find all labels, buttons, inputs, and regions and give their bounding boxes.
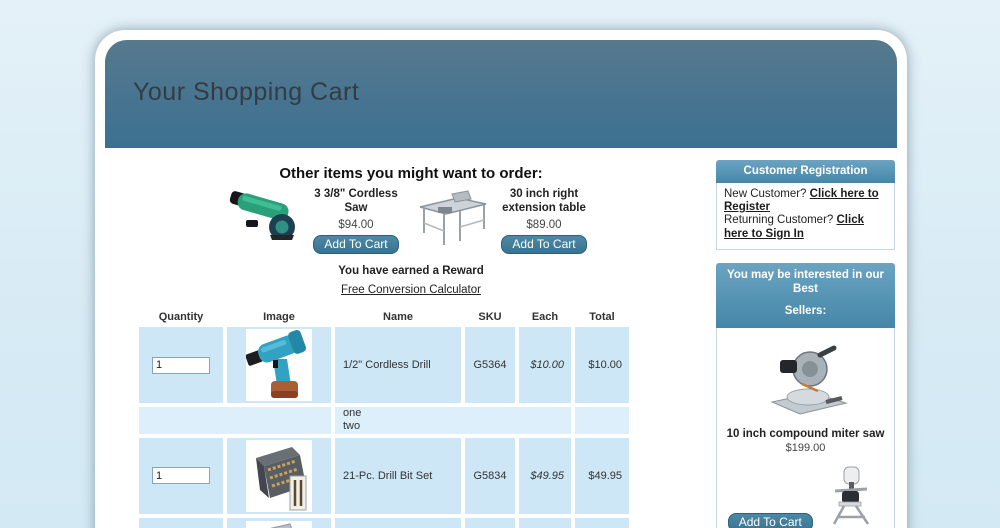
best-sellers-title-line2: Sellers: (720, 305, 891, 319)
registration-panel-body: New Customer? Click here to Register Ret… (716, 183, 895, 250)
cordless-drill-image (246, 329, 312, 401)
sidebar: Customer Registration New Customer? Clic… (716, 160, 895, 528)
promo-item-text: 3 3/8" Cordless Saw $94.00 Add To Cart (304, 187, 408, 254)
product-image (246, 521, 312, 528)
promo-item-name: 30 inch right extension table (492, 187, 596, 216)
promo-item-text: 30 inch right extension table $89.00 Add… (492, 187, 596, 254)
registration-panel-title: Customer Registration (716, 160, 895, 183)
promo-item-extension-table: 30 inch right extension table $89.00 Add… (414, 187, 596, 254)
add-to-cart-button[interactable]: Add To Cart (501, 235, 586, 254)
best-sellers-panel-title: You may be interested in our Best Seller… (716, 263, 895, 328)
page-container: Your Shopping Cart Other items you might… (95, 30, 907, 528)
column-header-image: Image (227, 309, 331, 323)
item-each-price: $49.95 (519, 438, 571, 514)
image-cell (227, 438, 331, 514)
promo-item-name: 3 3/8" Cordless Saw (304, 187, 408, 216)
quantity-input[interactable] (152, 357, 210, 374)
image-cell (227, 518, 331, 528)
item-name (335, 518, 461, 528)
best-sellers-title-line1: You may be interested in our Best (720, 269, 891, 297)
item-name: 1/2" Cordless Drill (335, 327, 461, 403)
table-row: 1/2" Cordless Drill G5364 $10.00 $10.00 (139, 327, 629, 403)
best-seller-name: 10 inch compound miter saw (721, 428, 890, 440)
conversion-calculator-link[interactable]: Free Conversion Calculator (341, 284, 481, 296)
reward-link-wrap: Free Conversion Calculator (105, 280, 717, 298)
column-header-sku: SKU (465, 309, 515, 323)
column-header-name: Name (335, 309, 461, 323)
best-sellers-panel-body: 10 inch compound miter saw $199.00 Add T… (716, 328, 895, 528)
promo-item-price: $89.00 (492, 218, 596, 232)
item-sku: G5364 (465, 327, 515, 403)
promo-item-price: $94.00 (304, 218, 408, 232)
column-header-total: Total (575, 309, 629, 323)
item-total-price: $49.95 (575, 438, 629, 514)
image-cell (227, 327, 331, 403)
quantity-cell (139, 327, 223, 403)
item-each-price: $10.00 (519, 327, 571, 403)
item-name: 21-Pc. Drill Bit Set (335, 438, 461, 514)
quantity-cell (139, 438, 223, 514)
column-header-each: Each (519, 309, 571, 323)
page-banner: Your Shopping Cart (105, 40, 897, 148)
promo-row: 3 3/8" Cordless Saw $94.00 Add To Cart (105, 187, 717, 254)
new-customer-text: New Customer? (724, 188, 810, 200)
add-to-cart-button[interactable]: Add To Cart (313, 235, 398, 254)
option-line: two (335, 420, 571, 433)
option-spacer-cell (139, 407, 331, 433)
option-total-cell (575, 407, 629, 433)
best-seller-price: $199.00 (721, 442, 890, 454)
item-each-price (519, 518, 571, 528)
best-sellers-panel: You may be interested in our Best Seller… (716, 263, 895, 528)
table-row (139, 518, 629, 528)
band-saw-image (817, 466, 883, 526)
cart-table: Quantity Image Name SKU Each Total (135, 305, 633, 528)
quantity-cell (139, 518, 223, 528)
reward-message: You have earned a Reward (105, 265, 717, 277)
cordless-saw-image (226, 187, 304, 245)
item-total-price (575, 518, 629, 528)
promo-item-cordless-saw: 3 3/8" Cordless Saw $94.00 Add To Cart (226, 187, 408, 254)
add-to-cart-button[interactable]: Add To Cart (728, 513, 813, 528)
main-content: Other items you might want to order: (105, 158, 717, 528)
drill-bit-set-image (246, 440, 312, 512)
promo-heading: Other items you might want to order: (105, 165, 717, 182)
option-row: one two (139, 407, 629, 433)
table-row: 21-Pc. Drill Bit Set G5834 $49.95 $49.95 (139, 438, 629, 514)
item-sku: G5834 (465, 438, 515, 514)
quantity-input[interactable] (152, 467, 210, 484)
page-title: Your Shopping Cart (133, 78, 359, 107)
item-sku (465, 518, 515, 528)
miter-saw-image (758, 338, 854, 422)
extension-table-image (414, 187, 492, 245)
customer-registration-panel: Customer Registration New Customer? Clic… (716, 160, 895, 250)
option-text-cell: one two (335, 407, 571, 433)
cart-header-row: Quantity Image Name SKU Each Total (139, 309, 629, 323)
returning-customer-text: Returning Customer? (724, 214, 837, 226)
column-header-quantity: Quantity (139, 309, 223, 323)
item-total-price: $10.00 (575, 327, 629, 403)
option-line: one (335, 407, 571, 420)
